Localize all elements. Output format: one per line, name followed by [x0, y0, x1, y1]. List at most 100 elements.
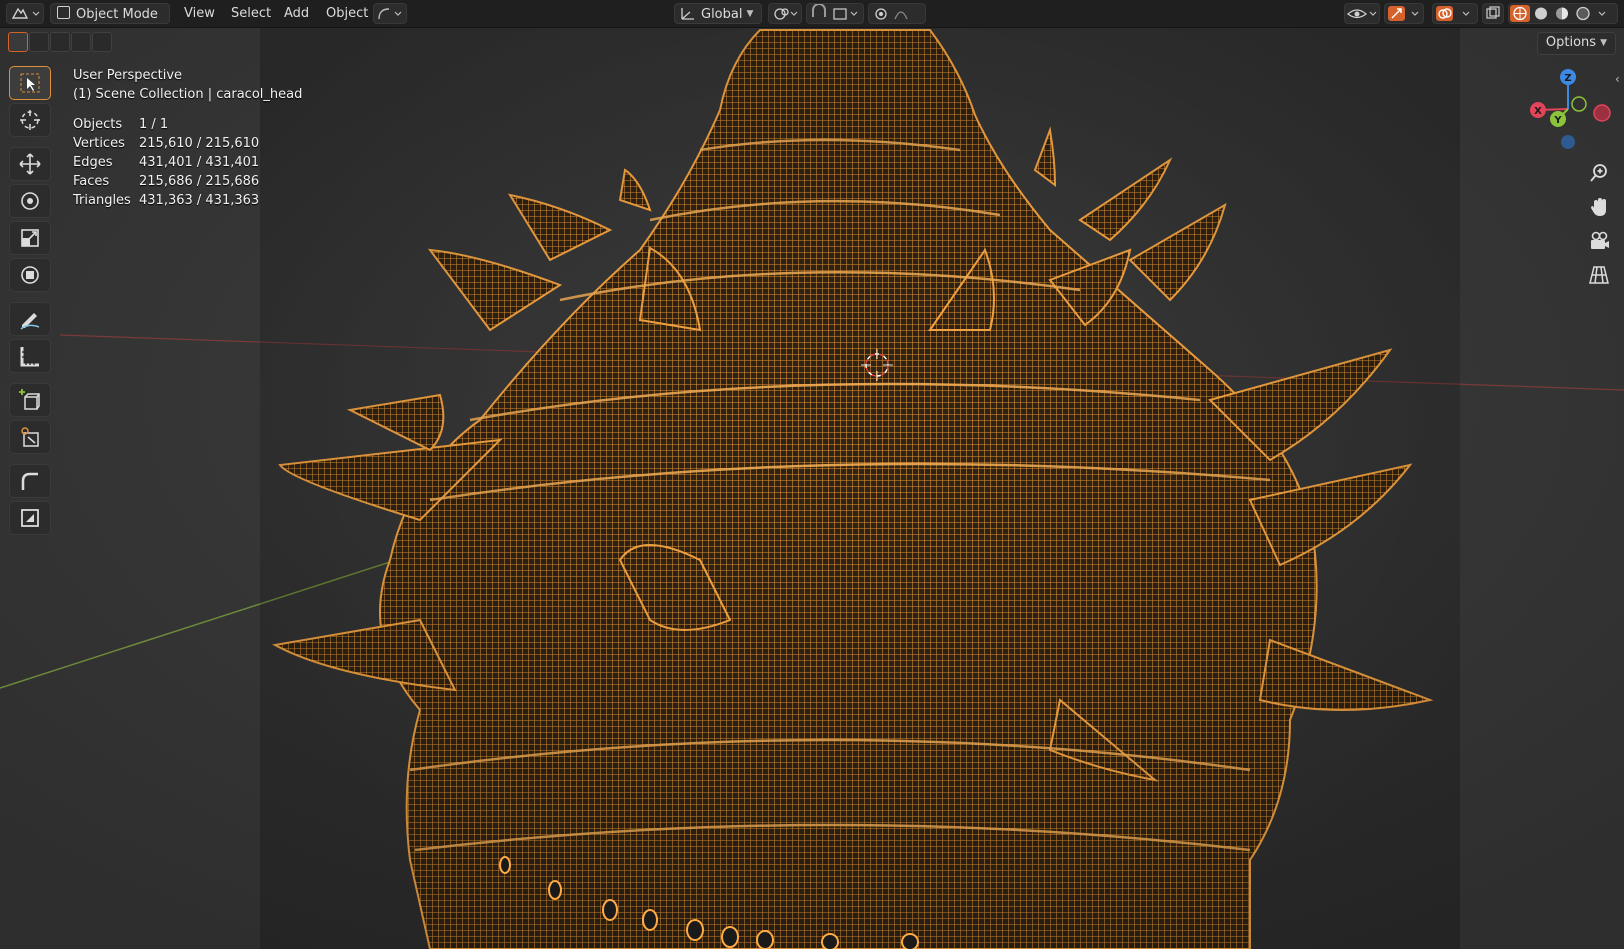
mode-dropdown[interactable]: Object Mode▼	[50, 3, 170, 40]
stat-value: 215,686 / 215,686	[139, 174, 260, 189]
stat-value: 215,610 / 215,610	[139, 136, 260, 151]
eye-icon	[1346, 9, 1377, 19]
navigation-gizmo[interactable]: Z X Y	[1516, 62, 1624, 162]
rotate-tool[interactable]	[9, 184, 51, 218]
add-cube-tool[interactable]	[9, 383, 51, 417]
options-dropdown[interactable]: Options ▼	[1536, 32, 1616, 55]
stat-label: Vertices	[73, 136, 125, 151]
stat-label: Edges	[73, 155, 113, 170]
stat-value: 431,401 / 431,401	[139, 155, 260, 170]
gizmo-y-label: Y	[1553, 115, 1562, 126]
stat-row: Triangles 431,363 / 431,363	[73, 191, 302, 210]
object-tool[interactable]	[9, 420, 51, 454]
transform-icon	[21, 266, 39, 284]
gizmo-toggle-button[interactable]	[1384, 3, 1424, 24]
select-new-icon[interactable]	[8, 32, 28, 52]
cursor-tool[interactable]	[9, 103, 51, 137]
gizmo-x-label: X	[1534, 106, 1542, 117]
select-subtract-icon[interactable]	[50, 32, 70, 52]
scale-tool[interactable]	[9, 221, 51, 255]
annotate-tool[interactable]	[9, 302, 51, 336]
perspective-toggle-button[interactable]	[1586, 262, 1612, 288]
editor-type-button[interactable]	[6, 3, 44, 24]
hand-icon	[1591, 198, 1606, 216]
viewport-stats: User Perspective (1) Scene Collection | …	[73, 66, 302, 210]
select-box-icon	[20, 73, 40, 93]
object-tool-icon	[21, 427, 39, 447]
extra-tool[interactable]	[9, 501, 51, 535]
shading-icons	[1510, 5, 1606, 22]
select-extend-icon[interactable]	[29, 32, 49, 52]
camera-view-button[interactable]	[1586, 228, 1612, 254]
zoom-button[interactable]	[1586, 160, 1612, 186]
mode-label: Object Mode	[76, 7, 158, 22]
bevel-tool[interactable]	[9, 464, 51, 498]
select-box-tool[interactable]	[9, 66, 51, 100]
pan-button[interactable]	[1586, 194, 1612, 220]
toolbox	[9, 66, 52, 538]
select-invert-icon[interactable]	[71, 32, 91, 52]
stat-row: Faces 215,686 / 215,686	[73, 172, 302, 191]
stat-value: 1 / 1	[139, 117, 169, 132]
transform-orientation-dropdown[interactable]: Global ▼	[674, 3, 762, 24]
snap-magnet-icon	[812, 3, 858, 20]
gizmo-neg-z	[1561, 135, 1575, 149]
sidebar-toggle-icon[interactable]: ‹	[1615, 72, 1620, 86]
xray-button[interactable]	[1482, 3, 1504, 24]
grid-perspective-icon	[1589, 266, 1609, 284]
pivot-point-button[interactable]	[768, 3, 802, 24]
orientation-axes-icon	[681, 8, 694, 20]
scale-icon	[21, 229, 39, 247]
orientation-label: Global	[701, 7, 743, 22]
snapping-button[interactable]	[806, 3, 864, 24]
stat-value: 431,363 / 431,363	[139, 193, 260, 208]
stat-label: Faces	[73, 174, 110, 189]
transform-tool[interactable]	[9, 258, 51, 292]
add-cube-icon	[19, 389, 40, 410]
proportional-edit-icon	[875, 8, 908, 20]
measure-icon	[20, 347, 39, 367]
gizmo-neg-y	[1571, 96, 1587, 112]
options-label: Options	[1545, 35, 1597, 50]
object-mode-icon	[57, 6, 70, 19]
menu-select[interactable]: Select	[225, 3, 277, 24]
rotate-icon	[21, 192, 39, 210]
selection-mode-row	[8, 32, 112, 52]
stat-row: Objects 1 / 1	[73, 115, 302, 134]
viewport-header: Object Mode▼ View Select Add Object Glob…	[0, 0, 1624, 40]
visibility-button[interactable]	[1344, 3, 1380, 24]
menu-object[interactable]: Object	[320, 3, 374, 24]
camera-icon	[1591, 231, 1609, 249]
gizmo-icon	[1388, 6, 1419, 21]
menu-add[interactable]: Add	[278, 3, 315, 24]
chevron-down-icon: ▼	[1600, 38, 1607, 48]
object-options-button[interactable]	[373, 3, 407, 24]
pivot-icon	[774, 8, 798, 20]
stat-label: Triangles	[73, 193, 131, 208]
overlays-icon	[1436, 6, 1470, 21]
menu-view[interactable]: View	[178, 3, 221, 24]
measure-tool[interactable]	[9, 339, 51, 373]
xray-icon	[1486, 6, 1500, 19]
move-tool[interactable]	[9, 147, 51, 181]
view-name: User Perspective	[73, 68, 183, 83]
cursor-icon	[20, 110, 40, 130]
extra-icon	[21, 509, 39, 527]
select-intersect-icon[interactable]	[92, 32, 112, 52]
annotate-icon	[20, 313, 40, 330]
chevron-down-icon: ▼	[746, 9, 754, 19]
editor-type-icon	[11, 7, 40, 19]
gizmo-z-label: Z	[1564, 73, 1571, 84]
stat-label: Objects	[73, 117, 123, 132]
collection-label: (1) Scene Collection | caracol_head	[73, 87, 303, 102]
shading-mode-group	[1508, 3, 1618, 24]
zoom-icon	[1590, 164, 1607, 182]
stat-row: Edges 431,401 / 431,401	[73, 153, 302, 172]
bevel-icon	[21, 472, 38, 490]
curve-icon	[378, 8, 402, 20]
overlays-button[interactable]	[1432, 3, 1478, 24]
proportional-editing-button[interactable]	[868, 3, 926, 24]
move-icon	[19, 153, 41, 175]
stat-row: Vertices 215,610 / 215,610	[73, 134, 302, 153]
gizmo-neg-x	[1593, 104, 1611, 122]
